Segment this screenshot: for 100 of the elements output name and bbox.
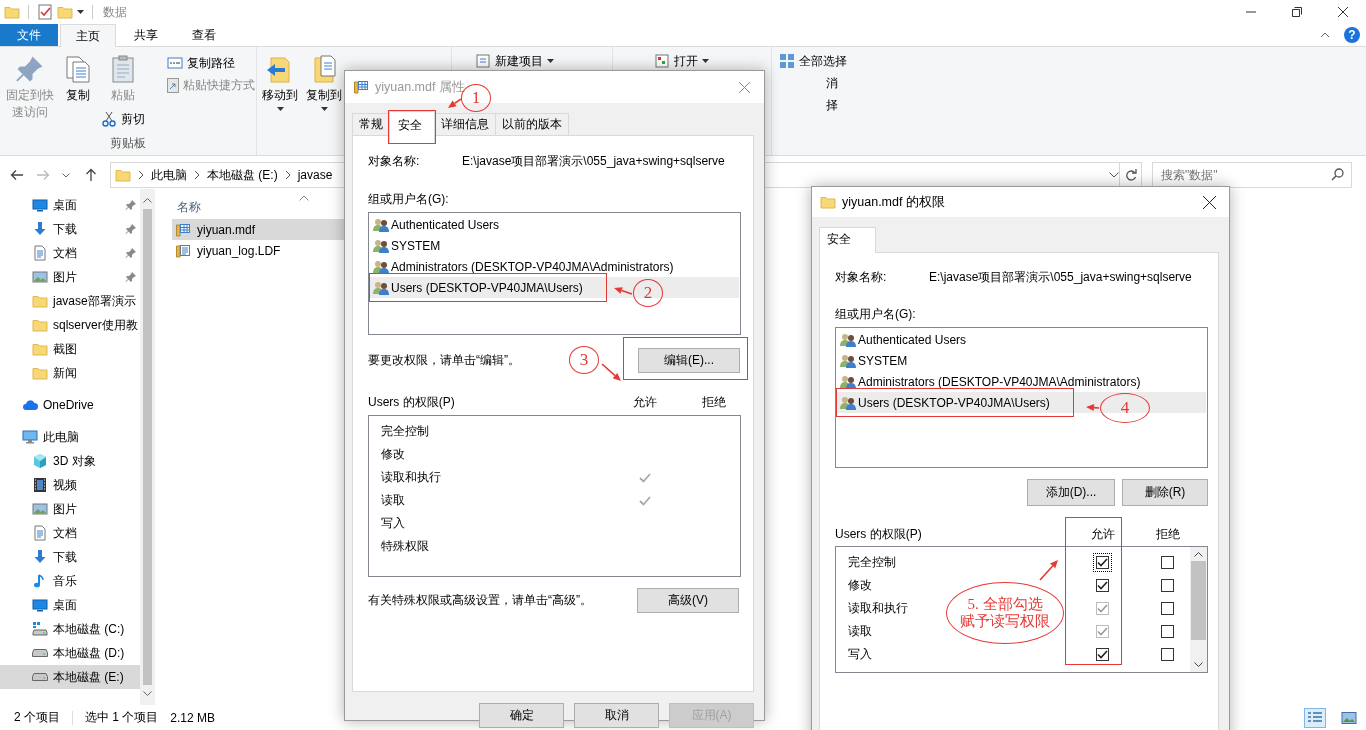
permission-name: 读取 (848, 623, 872, 640)
scrollbar[interactable] (140, 189, 155, 705)
add-button[interactable]: 添加(D)... (1027, 479, 1115, 506)
nav-item[interactable]: 3D 对象 (0, 449, 140, 473)
move-to-button[interactable]: 移动到 (259, 50, 301, 115)
breadcrumb[interactable]: javase (297, 168, 333, 182)
ribbon-button[interactable]: 择 (776, 94, 1364, 116)
check-icon (1097, 604, 1108, 613)
user-name: Authenticated Users (391, 217, 500, 232)
deny-checkbox[interactable] (1161, 602, 1174, 615)
ribbon-button[interactable]: 消 (776, 72, 1364, 94)
user-list-item[interactable]: Administrators (DESKTOP-VP40JMA\Administrators) (837, 371, 1206, 392)
ribbon-tab[interactable]: 查看 (176, 24, 232, 46)
allow-column-header: 允许 (1089, 526, 1116, 542)
permission-name: 写入 (848, 646, 872, 663)
help-icon[interactable]: ? (1344, 27, 1360, 43)
breadcrumb[interactable]: 此电脑 (151, 166, 187, 184)
object-name-value: E:\javase项目部署演示\055_java+swing+sqlserve (462, 153, 725, 169)
drive-icon (32, 673, 48, 681)
breadcrumb[interactable]: 本地磁盘 (E:) (207, 166, 278, 184)
copy-path-button[interactable]: 复制路径 (164, 52, 258, 74)
chevron-right-icon[interactable] (283, 170, 292, 180)
pointer-arrow (448, 98, 462, 108)
nav-item[interactable]: 视频 (0, 473, 140, 497)
object-name-value: E:\javase项目部署演示\055_java+swing+sqlserve (929, 269, 1192, 285)
pointer-arrow (1086, 404, 1100, 412)
nav-item[interactable]: 图片 (0, 265, 140, 289)
back-arrow-icon[interactable] (10, 168, 24, 182)
dialog-tab[interactable]: 以前的版本 (495, 113, 569, 135)
open-button[interactable]: 打开 (651, 50, 769, 72)
search-field[interactable]: 搜索"数据" (1152, 162, 1352, 188)
caret-icon (702, 59, 709, 63)
permission-name: 读取 (381, 492, 405, 509)
nav-item[interactable]: 下载 (0, 545, 140, 569)
dialog-button[interactable]: 取消 (574, 703, 659, 728)
ribbon-tab[interactable]: 主页 (60, 24, 116, 47)
nav-item[interactable]: 图片 (0, 497, 140, 521)
chevron-down-icon[interactable] (1109, 172, 1119, 178)
nav-item[interactable]: 新闻 (0, 361, 140, 385)
nav-label: 截图 (53, 340, 77, 358)
ribbon-tab[interactable]: 共享 (118, 24, 174, 46)
user-list-item[interactable]: Authenticated Users (837, 329, 1206, 350)
scroll-up-icon[interactable] (143, 197, 152, 203)
permission-name: 完全控制 (848, 554, 896, 571)
up-arrow-icon[interactable] (84, 168, 98, 182)
allow-checkbox[interactable] (1096, 579, 1109, 592)
picture-icon (32, 501, 48, 517)
dialog-tab[interactable]: 安全 (389, 111, 435, 143)
selection-size: 2.12 MB (170, 710, 216, 725)
nav-item[interactable]: sqlserver使用教 (0, 313, 140, 337)
select-all-button[interactable]: 全部选择 (776, 50, 1364, 72)
deny-checkbox[interactable] (1161, 579, 1174, 592)
deny-checkbox[interactable] (1161, 625, 1174, 638)
allow-checkbox[interactable] (1096, 648, 1109, 661)
nav-item[interactable]: 桌面 (0, 593, 140, 617)
scroll-down-icon[interactable] (1194, 662, 1203, 668)
scrollbar[interactable] (1190, 547, 1207, 672)
nav-item[interactable]: javase部署演示 (0, 289, 140, 313)
new-item-button[interactable]: 新建项目 (472, 50, 610, 72)
edit-button[interactable]: 编辑(E)... (638, 348, 740, 373)
column-header[interactable]: 名称 (177, 198, 201, 216)
deny-checkbox[interactable] (1161, 648, 1174, 661)
advanced-button[interactable]: 高级(V) (637, 588, 739, 613)
cut-button[interactable]: 剪切 (98, 108, 148, 130)
scroll-up-icon[interactable] (1194, 551, 1203, 557)
path-icon (167, 57, 183, 69)
nav-item[interactable]: 此电脑 (0, 425, 140, 449)
nav-item[interactable]: 文档 (0, 241, 140, 265)
nav-item[interactable]: 截图 (0, 337, 140, 361)
file-name: yiyuan.mdf (197, 222, 256, 237)
copy-button[interactable]: 复制 (60, 50, 96, 108)
caret-icon[interactable] (77, 10, 84, 14)
dialog-button[interactable]: 确定 (479, 703, 564, 728)
search-icon[interactable] (1331, 168, 1344, 181)
user-list-item[interactable]: SYSTEM (837, 350, 1206, 371)
deny-column-header: 拒绝 (1154, 526, 1181, 542)
user-group-icon (373, 279, 389, 296)
nav-item[interactable]: 本地磁盘 (D:) (0, 641, 140, 665)
scroll-down-icon[interactable] (143, 691, 152, 697)
chevron-right-icon[interactable] (193, 170, 201, 180)
ribbon-tab[interactable]: 文件 (0, 24, 58, 46)
deny-checkbox[interactable] (1161, 556, 1174, 569)
database-file-icon (175, 221, 191, 238)
nav-item[interactable]: 桌面 (0, 193, 140, 217)
nav-item[interactable]: 本地磁盘 (E:) (0, 665, 140, 689)
collapse-ribbon-icon[interactable] (1320, 32, 1330, 38)
nav-item[interactable]: 音乐 (0, 569, 140, 593)
dialog-tab[interactable]: 安全 (819, 227, 876, 253)
nav-label: javase部署演示 (53, 292, 136, 310)
dialog-tab[interactable]: 常规 (352, 113, 390, 135)
properties-icon[interactable] (37, 4, 53, 20)
document-icon (32, 525, 48, 541)
remove-button[interactable]: 删除(R) (1122, 479, 1208, 506)
chevron-right-icon[interactable] (137, 170, 145, 180)
nav-item[interactable]: OneDrive (0, 393, 140, 417)
copy-to-button[interactable]: 复制到 (303, 50, 345, 115)
nav-item[interactable]: 本地磁盘 (C:) (0, 617, 140, 641)
nav-item[interactable]: 下载 (0, 217, 140, 241)
nav-item[interactable]: 文档 (0, 521, 140, 545)
details-view-icon[interactable] (1304, 707, 1326, 728)
